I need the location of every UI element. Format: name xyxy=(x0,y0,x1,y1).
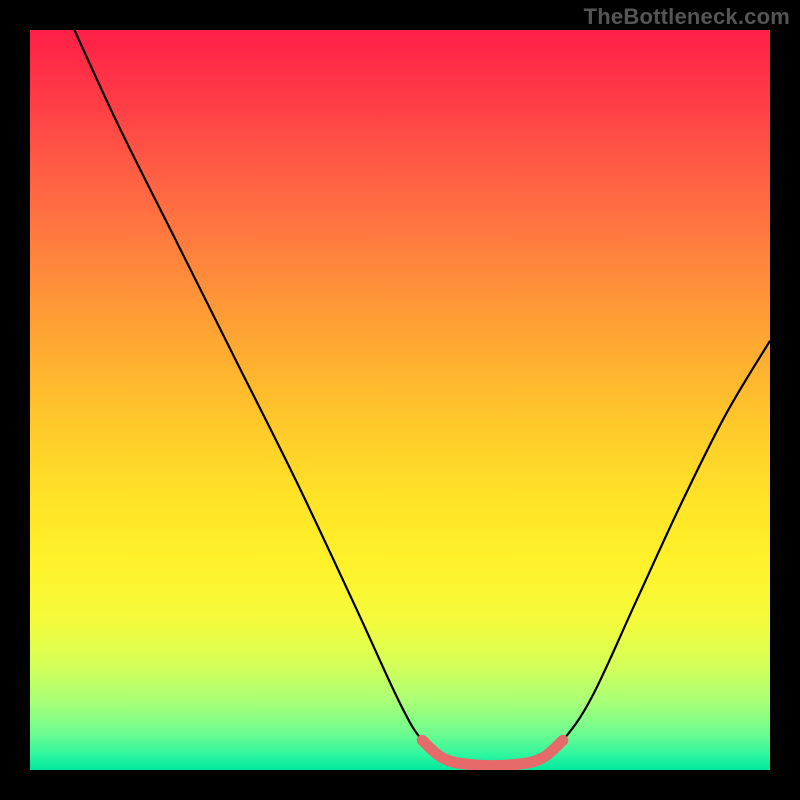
bottom-marker xyxy=(422,740,563,765)
watermark-text: TheBottleneck.com xyxy=(584,4,790,30)
bottleneck-curve xyxy=(74,30,770,766)
curve-layer xyxy=(30,30,770,770)
plot-area xyxy=(30,30,770,770)
chart-stage: TheBottleneck.com xyxy=(0,0,800,800)
